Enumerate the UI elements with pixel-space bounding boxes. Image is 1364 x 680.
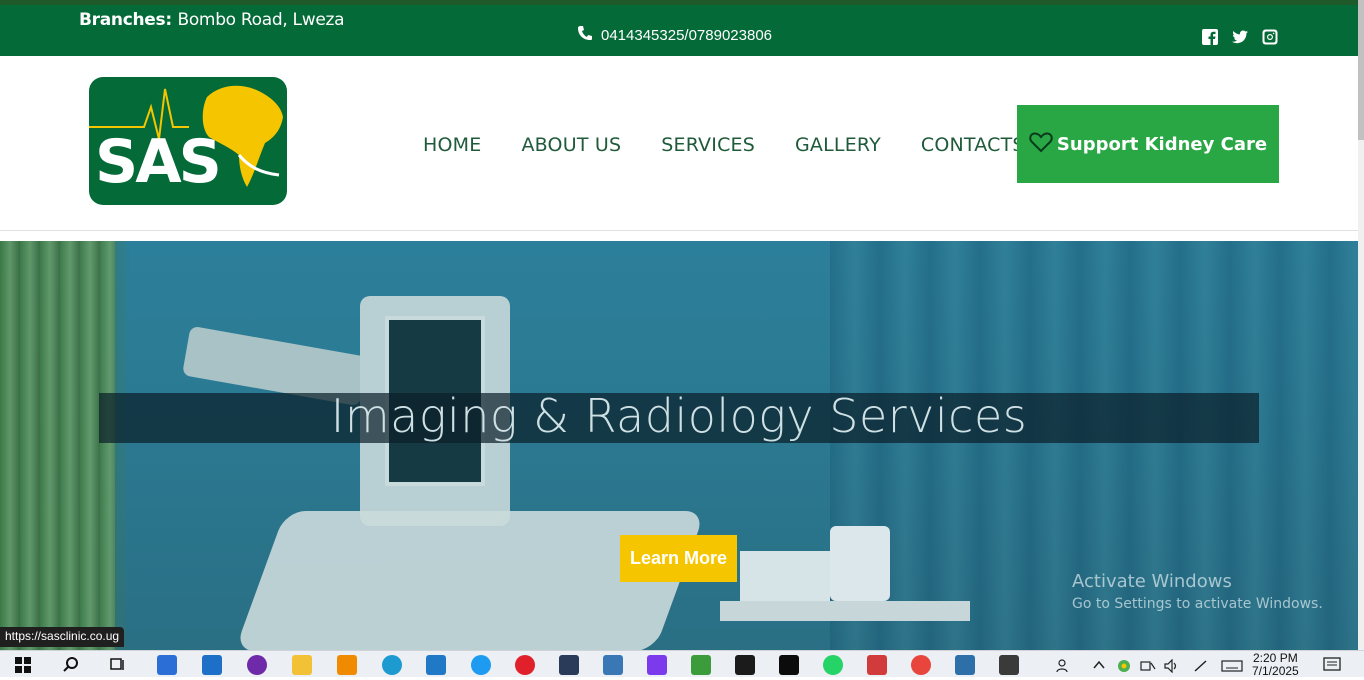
hero-bottles bbox=[830, 526, 890, 601]
windows-taskbar: 2:20 PM 7/1/2025 bbox=[0, 650, 1364, 678]
python-icon[interactable] bbox=[603, 655, 623, 675]
people-icon[interactable] bbox=[1056, 659, 1072, 676]
chrome-icon[interactable] bbox=[911, 655, 931, 675]
watermark-subtitle: Go to Settings to activate Windows. bbox=[1072, 596, 1323, 612]
watermark-title: Activate Windows bbox=[1072, 571, 1232, 592]
video-editor-icon[interactable] bbox=[999, 655, 1019, 675]
learn-more-button[interactable]: Learn More bbox=[620, 535, 737, 582]
twitter-app-icon[interactable] bbox=[471, 655, 491, 675]
volume-icon[interactable] bbox=[1164, 658, 1180, 676]
terminal-icon[interactable] bbox=[779, 655, 799, 675]
branches-info: Branches: Bombo Road, Lweza bbox=[79, 10, 345, 30]
notifications-icon[interactable] bbox=[1323, 657, 1341, 676]
main-nav: HOME ABOUT US SERVICES GALLERY CONTACTS bbox=[423, 134, 1025, 156]
facebook-icon[interactable] bbox=[1201, 28, 1219, 46]
hero-curtain-left bbox=[0, 241, 115, 650]
instagram-icon[interactable] bbox=[1261, 28, 1279, 46]
status-bar-url: https://sasclinic.co.ug bbox=[0, 627, 125, 647]
store-icon[interactable] bbox=[157, 655, 177, 675]
search-icon[interactable] bbox=[61, 655, 81, 675]
nav-gallery[interactable]: GALLERY bbox=[795, 134, 881, 156]
file-explorer-icon[interactable] bbox=[292, 655, 312, 675]
nav-home[interactable]: HOME bbox=[423, 134, 481, 156]
security-icon[interactable] bbox=[1117, 659, 1131, 676]
vscode-icon[interactable] bbox=[426, 655, 446, 675]
windows-start-icon[interactable] bbox=[13, 655, 33, 675]
nav-services[interactable]: SERVICES bbox=[661, 134, 755, 156]
app-chart-icon[interactable] bbox=[867, 655, 887, 675]
phone-contact[interactable]: 0414345325/0789023806 bbox=[577, 25, 772, 45]
hero-banner: Imaging & Radiology Services Learn More … bbox=[0, 241, 1358, 650]
hero-tray bbox=[720, 601, 970, 621]
page-scrollbar[interactable] bbox=[1358, 0, 1364, 650]
support-kidney-care-button[interactable]: Support Kidney Care bbox=[1017, 105, 1279, 183]
vlc-icon[interactable] bbox=[337, 655, 357, 675]
whatsapp-icon[interactable] bbox=[823, 655, 843, 675]
site-header: SAS HOME ABOUT US SERVICES GALLERY CONTA… bbox=[0, 56, 1358, 231]
branches-value: Bombo Road, Lweza bbox=[177, 10, 345, 30]
task-view-icon[interactable] bbox=[108, 655, 128, 675]
site-logo[interactable]: SAS bbox=[89, 77, 287, 205]
logo-text: SAS bbox=[95, 127, 222, 197]
twitter-icon[interactable] bbox=[1231, 28, 1249, 46]
network-icon[interactable] bbox=[1140, 659, 1156, 676]
github-icon[interactable] bbox=[247, 655, 267, 675]
photos-icon[interactable] bbox=[955, 655, 975, 675]
chevron-up-icon[interactable] bbox=[1093, 659, 1105, 673]
node-icon[interactable] bbox=[691, 655, 711, 675]
clock-date: 7/1/2025 bbox=[1252, 664, 1299, 678]
social-links bbox=[1201, 28, 1279, 46]
heart-icon bbox=[1029, 131, 1053, 158]
edge-icon[interactable] bbox=[382, 655, 402, 675]
keyboard-icon[interactable] bbox=[1221, 659, 1243, 676]
mail-icon[interactable] bbox=[202, 655, 222, 675]
branches-label: Branches: bbox=[79, 10, 172, 30]
pycharm-icon[interactable] bbox=[735, 655, 755, 675]
activate-windows-watermark: Activate Windows Go to Settings to activ… bbox=[1072, 571, 1323, 612]
top-bar: Branches: Bombo Road, Lweza 0414345325/0… bbox=[0, 0, 1358, 56]
nav-contacts[interactable]: CONTACTS bbox=[921, 134, 1025, 156]
app-robot-icon[interactable] bbox=[559, 655, 579, 675]
opera-icon[interactable] bbox=[515, 655, 535, 675]
nav-about-us[interactable]: ABOUT US bbox=[521, 134, 621, 156]
support-label: Support Kidney Care bbox=[1056, 133, 1268, 155]
taskbar-clock[interactable]: 2:20 PM 7/1/2025 bbox=[1252, 652, 1299, 678]
pen-icon[interactable] bbox=[1193, 659, 1209, 676]
phone-icon bbox=[577, 25, 593, 45]
phone-number: 0414345325/0789023806 bbox=[601, 26, 773, 44]
app-d-icon[interactable] bbox=[647, 655, 667, 675]
hero-title: Imaging & Radiology Services bbox=[330, 389, 1028, 443]
scrollbar-thumb[interactable] bbox=[1358, 0, 1364, 140]
